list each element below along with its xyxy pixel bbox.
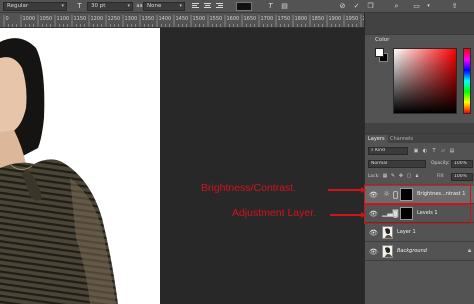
annotation-arrow-1: [328, 187, 366, 192]
align-right-icon[interactable]: [216, 3, 223, 10]
canvas-area[interactable]: [0, 28, 364, 304]
color-tab[interactable]: Color: [375, 37, 389, 43]
ruler-label: 1750: [278, 16, 291, 22]
chevron-down-icon[interactable]: ▾: [424, 2, 433, 11]
annotation-arrow-2: [330, 212, 366, 217]
fill-field[interactable]: 100%: [451, 173, 473, 181]
ruler-ticks: 0 1000 1050 1100 1150 1200 1250 1300 1350 1400 145…: [3, 15, 364, 27]
lock-artboard-icon[interactable]: ▢: [406, 173, 412, 179]
type-filter-icon[interactable]: T: [431, 148, 437, 154]
adjustment-filter-icon[interactable]: ◐: [422, 148, 428, 154]
lock-all-icon[interactable]: 🔒︎: [414, 173, 420, 179]
eye-icon[interactable]: 👁︎: [369, 229, 378, 237]
ruler-label: 1500: [193, 16, 206, 22]
blend-mode-value: Normal: [371, 161, 388, 166]
layer-name[interactable]: Layer 1: [397, 229, 416, 235]
ruler-label: 1900: [329, 16, 342, 22]
ruler-label: 1400: [159, 16, 172, 22]
annotation-brightness-contrast: Brightness/Contrast.: [201, 182, 297, 194]
annotation-adjustment-layer: Adjustment Layer.: [232, 207, 317, 219]
search-icon[interactable]: ⌕: [392, 2, 401, 11]
ruler-label: 1200: [91, 16, 104, 22]
align-center-icon[interactable]: [204, 3, 211, 10]
document-canvas[interactable]: [0, 28, 160, 304]
horizontal-ruler: 0 1000 1050 1100 1150 1200 1250 1300 1350 1400 145…: [0, 13, 364, 28]
lock-pixels-icon[interactable]: ✎: [390, 173, 396, 179]
smart-object-filter-icon[interactable]: ▤: [449, 148, 455, 154]
layer-thumbnail: [382, 226, 393, 239]
chevron-down-icon: ▾: [179, 3, 182, 9]
chevron-down-icon: ▾: [61, 3, 64, 9]
align-left-icon[interactable]: [192, 3, 199, 10]
opacity-label: Opacity:: [431, 161, 450, 166]
cancel-icon[interactable]: ⊘: [338, 2, 347, 11]
fill-label: Fill:: [437, 174, 445, 179]
lock-icon: 🔒︎: [468, 248, 471, 254]
warp-text-icon[interactable]: T: [266, 2, 275, 11]
right-panel-dock: Color Layers Channels ⌕ Kind ▣ ◐ T ▱ ▤ N…: [364, 13, 474, 304]
commit-icon[interactable]: ✓: [352, 2, 361, 11]
lock-transparent-icon[interactable]: ▦: [382, 173, 388, 179]
text-color-swatch[interactable]: [236, 2, 252, 11]
blend-mode-dropdown[interactable]: Normal: [368, 160, 426, 168]
layer-row-layer-1[interactable]: 👁︎ Layer 1: [365, 224, 474, 242]
foreground-color-swatch[interactable]: [375, 48, 384, 57]
hue-slider[interactable]: [463, 48, 471, 114]
ruler-label: 0: [6, 16, 9, 22]
chevron-down-icon: ▾: [127, 3, 130, 9]
layer-row-background[interactable]: 👁︎ Background 🔒︎: [365, 243, 474, 261]
workspace-icon[interactable]: ▭: [412, 2, 421, 11]
tab-channels[interactable]: Channels: [387, 135, 416, 143]
ruler-label: 1450: [176, 16, 189, 22]
font-size-dropdown[interactable]: 30 pt ▾: [87, 2, 133, 11]
ruler-label: 1050: [40, 16, 53, 22]
ruler-label: 1350: [142, 16, 155, 22]
ruler-label: 1300: [125, 16, 138, 22]
lock-label: Lock:: [368, 174, 380, 179]
ruler-label: 1950: [346, 16, 359, 22]
ruler-label: 1250: [108, 16, 121, 22]
fill-value: 100%: [454, 174, 467, 179]
antialias-dropdown[interactable]: None ▾: [143, 2, 185, 11]
ruler-label: 1150: [74, 16, 87, 22]
shape-filter-icon[interactable]: ▱: [440, 148, 446, 154]
ruler-label: 1700: [261, 16, 274, 22]
ruler-label: 1650: [244, 16, 257, 22]
ruler-label: 1100: [57, 16, 70, 22]
color-picker-field[interactable]: [393, 48, 457, 114]
annotation-box-brightness-contrast: [364, 184, 471, 204]
opacity-value: 100%: [454, 161, 467, 166]
3d-icon[interactable]: ❐: [366, 2, 375, 11]
layer-kind-filter[interactable]: ⌕ Kind: [368, 147, 408, 155]
antialias-value: None: [147, 3, 162, 9]
share-icon[interactable]: ⇪: [450, 2, 459, 11]
ruler-label: 1600: [227, 16, 240, 22]
ruler-label: 1550: [210, 16, 223, 22]
font-style-dropdown[interactable]: Regular ▾: [3, 2, 67, 11]
ruler-label: 1000: [23, 16, 36, 22]
eye-icon[interactable]: 👁︎: [369, 248, 378, 256]
pixel-filter-icon[interactable]: ▣: [413, 148, 419, 154]
layer-name[interactable]: Background: [397, 248, 427, 254]
character-panel-icon[interactable]: ▤: [280, 2, 289, 11]
annotation-box-levels: [364, 204, 471, 224]
kind-filter-value: Kind: [374, 148, 385, 153]
font-size-value: 30 pt: [91, 3, 106, 9]
model-photo: [0, 38, 118, 304]
color-panel: Color: [365, 34, 474, 123]
options-bar: Regular ▾ T 30 pt ▾ aa None ▾ T ▤ ⊘ ✓ ❐ …: [0, 0, 474, 13]
ruler-label: 1850: [312, 16, 325, 22]
font-style-value: Regular: [7, 3, 29, 9]
ruler-label: 1800: [295, 16, 308, 22]
font-size-icon: T: [77, 2, 82, 10]
layer-thumbnail: [382, 245, 393, 258]
opacity-field[interactable]: 100%: [451, 160, 473, 168]
layers-panel-tabs: Layers Channels: [365, 134, 474, 143]
tab-layers[interactable]: Layers: [365, 135, 388, 143]
lock-position-icon[interactable]: ✥: [398, 173, 404, 179]
